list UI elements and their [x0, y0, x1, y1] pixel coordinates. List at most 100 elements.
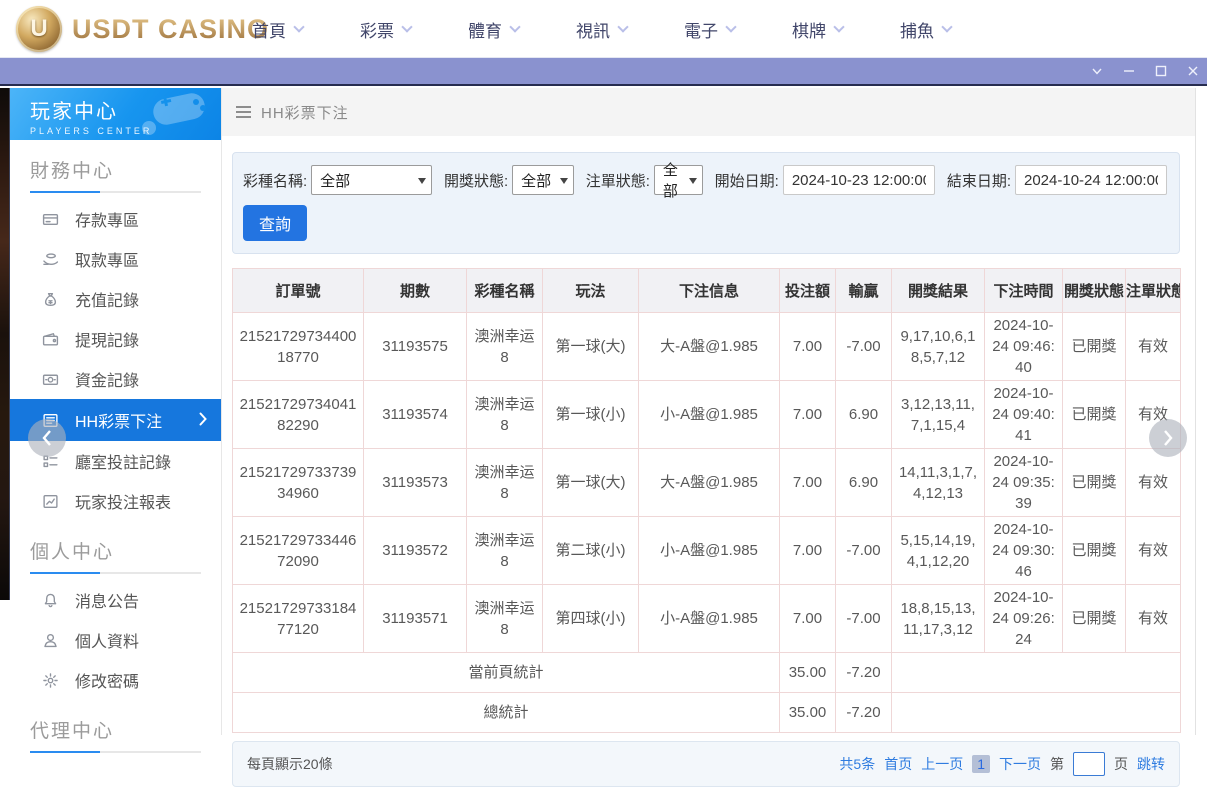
- main-panel: HH彩票下注 彩種名稱: 全部 開獎狀態: 全部 注單狀態: 全部 開始日期: …: [222, 88, 1196, 787]
- nav-item-6[interactable]: 棋牌: [792, 17, 845, 42]
- window-body: 玩家中心 PLAYERS CENTER 財務中心 存款專區 取款專區 充值記錄 …: [0, 88, 1207, 787]
- table-cell: 有效: [1125, 448, 1181, 517]
- table-cell: 大-A盤@1.985: [638, 312, 780, 381]
- nav-item-2[interactable]: 彩票: [360, 17, 413, 42]
- minimize-icon[interactable]: [1122, 65, 1135, 78]
- filter-panel: 彩種名稱: 全部 開獎狀態: 全部 注單狀態: 全部 開始日期: 結束日期:: [232, 152, 1180, 254]
- table-cell: 有效: [1125, 312, 1181, 381]
- chevron-down-icon: [833, 21, 845, 33]
- summary-winloss-total: -7.20: [835, 692, 892, 733]
- gear-icon: [42, 672, 59, 689]
- order-status-select[interactable]: 全部: [653, 162, 703, 200]
- table-cell: 7.00: [779, 584, 836, 653]
- sidebar-item[interactable]: 取款專區: [10, 239, 221, 279]
- table-cell: 有效: [1125, 516, 1181, 585]
- close-icon[interactable]: [1186, 65, 1199, 78]
- table-cell: 澳洲幸运8: [466, 448, 543, 517]
- sidebar-item[interactable]: 個人資料: [10, 620, 221, 660]
- sidebar-item[interactable]: 修改密碼: [10, 660, 221, 700]
- sidebar-item[interactable]: 充值記錄: [10, 279, 221, 319]
- summary-bet-total: 35.00: [779, 652, 836, 693]
- draw-status-label: 開獎狀態:: [444, 172, 509, 190]
- summary-label: 當前頁統計: [232, 652, 780, 693]
- table-cell: -7.00: [835, 584, 892, 653]
- chevron-down-icon: [617, 21, 629, 33]
- table-body: 2152172973440018770 31193575 澳洲幸运8 第一球(大) 大-…: [232, 312, 1181, 733]
- jump-suffix-text: 页: [1114, 756, 1128, 772]
- table-cell: 已開獎: [1062, 380, 1126, 449]
- nav-item-label: 彩票: [360, 21, 394, 41]
- jump-page-input[interactable]: [1073, 752, 1105, 776]
- table-cell: 第一球(大): [542, 448, 639, 517]
- logo-letter: U: [30, 15, 48, 42]
- prev-page-link[interactable]: 上一页: [921, 754, 963, 774]
- table-cell: 7.00: [779, 448, 836, 517]
- scroll-right-button[interactable]: [1149, 419, 1187, 457]
- sidebar-item[interactable]: 存款專區: [10, 199, 221, 239]
- end-date-input[interactable]: [1015, 165, 1167, 195]
- nav-item-label: 捕魚: [900, 21, 934, 41]
- table-row: 2152172973440018770 31193575 澳洲幸运8 第一球(大) 大-…: [232, 312, 1181, 381]
- site-logo[interactable]: U USDT CASINO: [16, 6, 269, 52]
- table-cell: 7.00: [779, 380, 836, 449]
- first-page-link[interactable]: 首页: [884, 754, 912, 774]
- user-icon: [42, 632, 59, 649]
- sidebar-item[interactable]: 提現記錄: [10, 319, 221, 359]
- nav-item-7[interactable]: 捕魚: [900, 17, 953, 42]
- table-cell: 第二球(小): [542, 516, 639, 585]
- summary-empty: [891, 652, 1181, 693]
- table-header-cell: 期數: [363, 268, 467, 313]
- current-page-badge: 1: [972, 755, 990, 773]
- sidebar-item[interactable]: 玩家投注報表: [10, 481, 221, 521]
- chevron-down-icon: [293, 21, 305, 33]
- table-header-cell: 輸贏: [835, 268, 892, 313]
- nav-item-4[interactable]: 視訊: [576, 17, 629, 42]
- nav-item-5[interactable]: 電子: [684, 17, 737, 42]
- nav-item-label: 視訊: [576, 21, 610, 41]
- bell-icon: [42, 592, 59, 609]
- section-divider: [30, 191, 201, 193]
- table-header-cell: 投注額: [779, 268, 836, 313]
- jump-button[interactable]: 跳转: [1137, 754, 1165, 774]
- main-nav: 首頁 彩票 體育 視訊 電子 棋牌 捕魚: [252, 0, 953, 58]
- nav-item-1[interactable]: 首頁: [252, 17, 305, 42]
- hamburger-icon[interactable]: [236, 106, 251, 118]
- maximize-icon[interactable]: [1154, 65, 1167, 78]
- table-cell: 小-A盤@1.985: [638, 380, 780, 449]
- chevron-down-icon[interactable]: [1090, 65, 1103, 78]
- scroll-left-button[interactable]: [28, 419, 66, 457]
- section-divider: [30, 572, 201, 574]
- table-cell: 9,17,10,6,18,5,7,12: [891, 312, 985, 381]
- start-date-input[interactable]: [782, 165, 935, 195]
- table-cell: 2024-10-24 09:26:24: [984, 584, 1063, 653]
- table-cell: 2152172973440018770: [232, 312, 364, 381]
- chevron-down-icon: [401, 21, 413, 33]
- summary-bet-total: 35.00: [779, 692, 836, 733]
- search-button[interactable]: 查詢: [243, 205, 307, 241]
- sidebar-item[interactable]: 消息公告: [10, 580, 221, 620]
- table-cell: -7.00: [835, 312, 892, 381]
- table-cell: 2152172973318477120: [232, 584, 364, 653]
- card-icon: [42, 211, 59, 228]
- table-cell: 已開獎: [1062, 516, 1126, 585]
- sidebar-header: 玩家中心 PLAYERS CENTER: [10, 88, 221, 140]
- gamepad-icon: [142, 93, 206, 135]
- jump-prefix-text: 第: [1050, 756, 1064, 772]
- page-title: HH彩票下注: [261, 104, 349, 122]
- sidebar: 玩家中心 PLAYERS CENTER 財務中心 存款專區 取款專區 充值記錄 …: [10, 88, 222, 753]
- table-header-cell: 訂單號: [232, 268, 364, 313]
- order-status-label: 注單狀態:: [585, 172, 650, 190]
- sidebar-item[interactable]: 資金記錄: [10, 359, 221, 399]
- nav-item-3[interactable]: 體育: [468, 17, 521, 42]
- table-cell: -7.00: [835, 516, 892, 585]
- table-row: 2152172973318477120 31193571 澳洲幸运8 第四球(小) 小-…: [232, 584, 1181, 653]
- draw-status-select[interactable]: 全部: [512, 165, 574, 195]
- next-page-link[interactable]: 下一页: [999, 754, 1041, 774]
- table-cell: 第一球(大): [542, 312, 639, 381]
- summary-empty: [891, 692, 1181, 733]
- end-date-label: 結束日期:: [946, 172, 1011, 190]
- table-cell: 7.00: [779, 312, 836, 381]
- lottery-name-select[interactable]: 全部: [311, 165, 432, 195]
- table-cell: 14,11,3,1,7,4,12,13: [891, 448, 985, 517]
- banknote-icon: [42, 371, 59, 388]
